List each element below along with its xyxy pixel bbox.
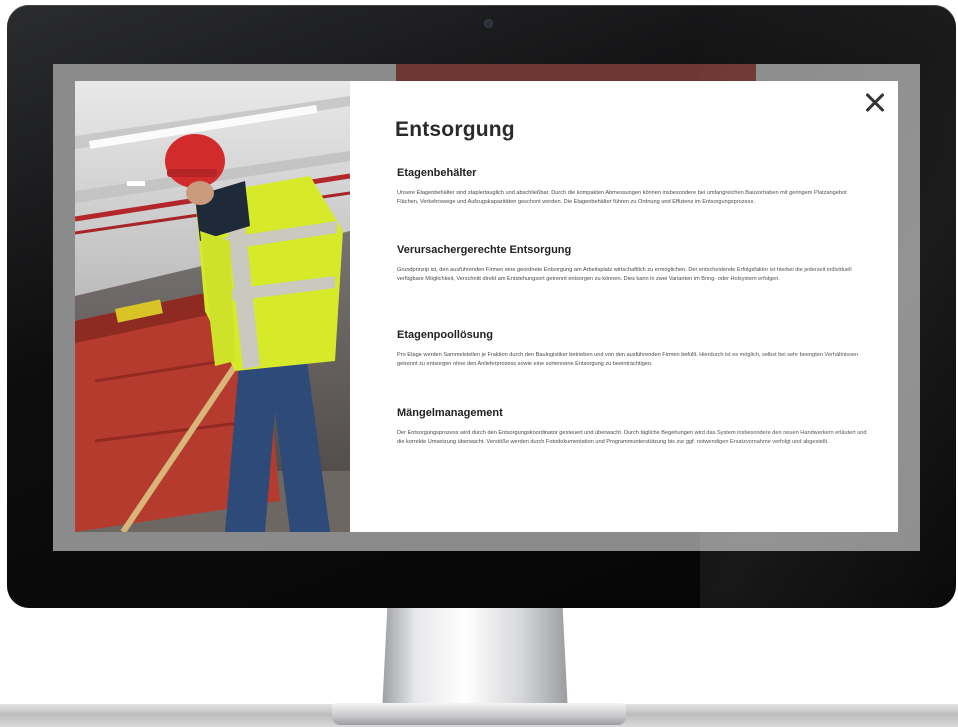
section-text: Der Entsorgungsprozess wird durch den En… <box>397 430 867 445</box>
section-etagenbehaelter: Etagenbehälter Unsere Etagenbehälter sin… <box>397 167 867 206</box>
worker-illustration <box>75 81 350 532</box>
section-verursachergerechte-entsorgung: Verursachergerechte Entsorgung Grundprin… <box>397 244 867 283</box>
section-maengelmanagement: Mängelmanagement Der Entsorgungsprozess … <box>397 407 867 446</box>
webcam-icon <box>484 19 493 28</box>
section-text: Pro Etage werden Sammelstellen je Frakti… <box>397 352 859 367</box>
section-heading: Verursachergerechte Entsorgung <box>397 244 572 256</box>
section-etagenpoolloesung: Etagenpoollösung Pro Etage werden Sammel… <box>397 329 867 368</box>
page-title: Entsorgung <box>395 118 515 141</box>
worker-photo <box>75 81 350 532</box>
monitor-stand-base <box>332 703 626 725</box>
section-text: Unsere Etagenbehälter sind staplertaugli… <box>397 190 847 205</box>
section-text: Grundprinzip ist, den ausführenden Firme… <box>397 267 852 282</box>
section-heading: Etagenbehälter <box>397 167 477 179</box>
background-accent-bar <box>396 64 756 81</box>
monitor-screen: Entsorgung Etagenbehälter Unsere Etagenb… <box>53 64 920 551</box>
section-heading: Etagenpoollösung <box>397 329 493 341</box>
close-icon[interactable] <box>864 91 886 113</box>
modal-dialog: Entsorgung Etagenbehälter Unsere Etagenb… <box>350 81 898 532</box>
section-heading: Mängelmanagement <box>397 407 503 419</box>
monitor-stand <box>382 603 568 713</box>
